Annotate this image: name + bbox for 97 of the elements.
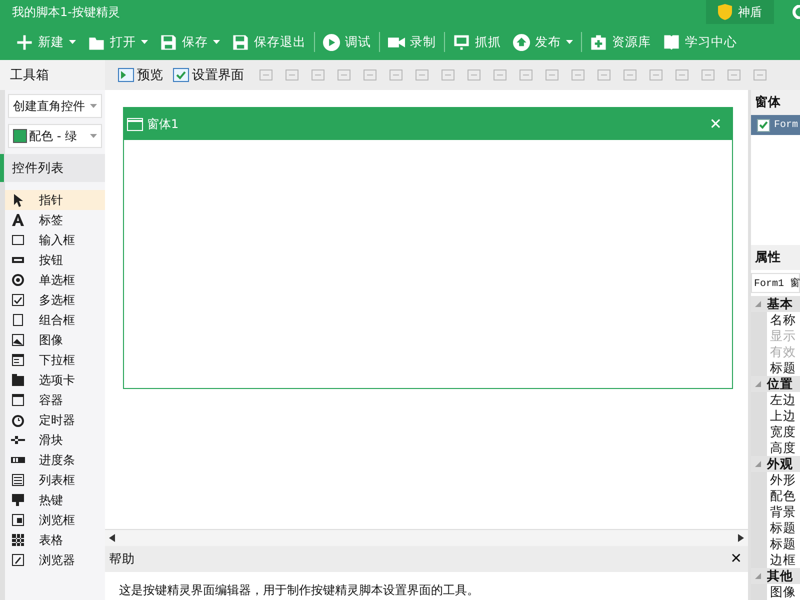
checkbox[interactable] <box>757 118 770 132</box>
create-mode-dropdown[interactable]: 创建直角控件 <box>8 94 102 118</box>
control-list-item[interactable]: 定时器 <box>5 410 105 430</box>
toolbar-button[interactable]: 预览 <box>115 66 166 84</box>
form-title: 窗体1 <box>147 116 180 132</box>
toolbar-icon <box>160 34 177 50</box>
caret-icon <box>141 40 148 44</box>
caret-icon <box>69 40 76 44</box>
property-name: 名称 <box>767 312 800 328</box>
property-name: 外形 <box>767 472 800 488</box>
control-list-item[interactable]: 热键 <box>5 490 105 510</box>
control-icon <box>11 333 25 347</box>
property-name: 边框 <box>767 552 800 568</box>
control-list-item[interactable]: 指针 <box>5 190 105 210</box>
close-button[interactable]: ✕ <box>730 551 742 567</box>
toolbar-icon <box>590 34 607 50</box>
control-icon <box>11 413 25 427</box>
control-list-item[interactable]: 浏览器 <box>5 550 105 570</box>
property-name: 显示 <box>767 328 800 344</box>
color-scheme-dropdown[interactable]: 配色 - 绿 <box>8 124 102 148</box>
property-name: 上边 <box>767 408 800 424</box>
control-list-item[interactable]: 单选框 <box>5 270 105 290</box>
shield-button[interactable]: 神盾 <box>706 0 774 24</box>
window-title: 我的脚本1-按键精灵 <box>12 4 121 20</box>
control-icon <box>11 193 25 207</box>
control-list-item[interactable]: 下拉框 <box>5 350 105 370</box>
properties-panel-title: 属性 <box>751 245 800 270</box>
control-icon <box>11 513 25 527</box>
expand-icon <box>755 301 761 307</box>
property-group[interactable]: 外观 <box>751 456 800 472</box>
control-list-item[interactable]: 表格 <box>5 530 105 550</box>
help-title: 帮助 <box>109 550 135 568</box>
control-list-item[interactable]: 选项卡 <box>5 370 105 390</box>
scroll-right-icon <box>738 534 744 542</box>
control-list-item[interactable]: 按钮 <box>5 250 105 270</box>
control-list-item[interactable]: 多选框 <box>5 290 105 310</box>
property-group[interactable]: 其他 <box>751 568 800 584</box>
toolbar-icon <box>232 34 249 50</box>
control-list-item[interactable]: 列表框 <box>5 470 105 490</box>
control-icon <box>11 293 25 307</box>
control-list-header: 控件列表 <box>0 154 105 182</box>
control-list-item[interactable]: 输入框 <box>5 230 105 250</box>
caret-icon <box>90 104 97 108</box>
control-icon <box>11 433 25 447</box>
control-list-item[interactable]: 进度条 <box>5 450 105 470</box>
control-icon <box>11 373 25 387</box>
control-icon <box>11 353 25 367</box>
toolbar-icon <box>513 34 530 50</box>
toolbar-icon <box>118 68 134 82</box>
forms-panel-title: 窗体 <box>751 90 800 115</box>
control-icon <box>11 493 25 507</box>
caret-icon <box>90 134 97 138</box>
control-icon <box>11 473 25 487</box>
control-list-item[interactable]: 浏览框 <box>5 510 105 530</box>
toolbar-icon <box>173 68 189 82</box>
control-icon <box>11 553 25 567</box>
property-name: 背景 <box>767 504 800 520</box>
window-icon <box>127 118 143 130</box>
toolbar-icon <box>453 34 470 50</box>
property-name: 高度 <box>767 440 800 456</box>
property-group[interactable]: 位置 <box>751 376 800 392</box>
property-name: 标题 <box>767 520 800 536</box>
control-icon <box>11 313 25 327</box>
control-list-item[interactable]: 标签 <box>5 210 105 230</box>
control-list-item[interactable]: 容器 <box>5 390 105 410</box>
form-list-item[interactable]: Form <box>751 115 800 135</box>
caret-icon <box>213 40 220 44</box>
toolbox-title: 工具箱 <box>0 60 105 90</box>
toolbar-icon <box>663 34 680 50</box>
control-icon <box>11 533 25 547</box>
toolbar-icon <box>323 34 340 50</box>
scroll-left-icon <box>109 534 115 542</box>
shield-icon <box>718 4 732 20</box>
expand-icon <box>755 573 761 579</box>
property-name: 标题 <box>767 536 800 552</box>
control-list-item[interactable]: 图像 <box>5 330 105 350</box>
control-list-item[interactable]: 滑块 <box>5 430 105 450</box>
control-icon <box>11 233 25 247</box>
control-icon <box>11 393 25 407</box>
control-icon <box>11 213 25 227</box>
toolbar-icon <box>16 34 33 50</box>
caret-icon <box>566 40 573 44</box>
property-name: 有效 <box>767 344 800 360</box>
property-name: 标题 <box>767 360 800 376</box>
property-name: 宽度 <box>767 424 800 440</box>
expand-icon <box>755 461 761 467</box>
horizontal-scrollbar[interactable] <box>105 529 748 546</box>
control-list-item[interactable]: 组合框 <box>5 310 105 330</box>
property-name: 图像 <box>767 584 800 600</box>
object-selector[interactable]: Form1 窗 <box>751 273 800 293</box>
expand-icon <box>755 381 761 387</box>
property-name: 左边 <box>767 392 800 408</box>
control-icon <box>11 273 25 287</box>
toolbar-button[interactable]: 设置界面 <box>170 66 247 84</box>
property-group[interactable]: 基本 <box>751 296 800 312</box>
property-name: 配色 <box>767 488 800 504</box>
help-text: 这是按键精灵界面编辑器，用于制作按键精灵脚本设置界面的工具。 <box>119 583 479 597</box>
